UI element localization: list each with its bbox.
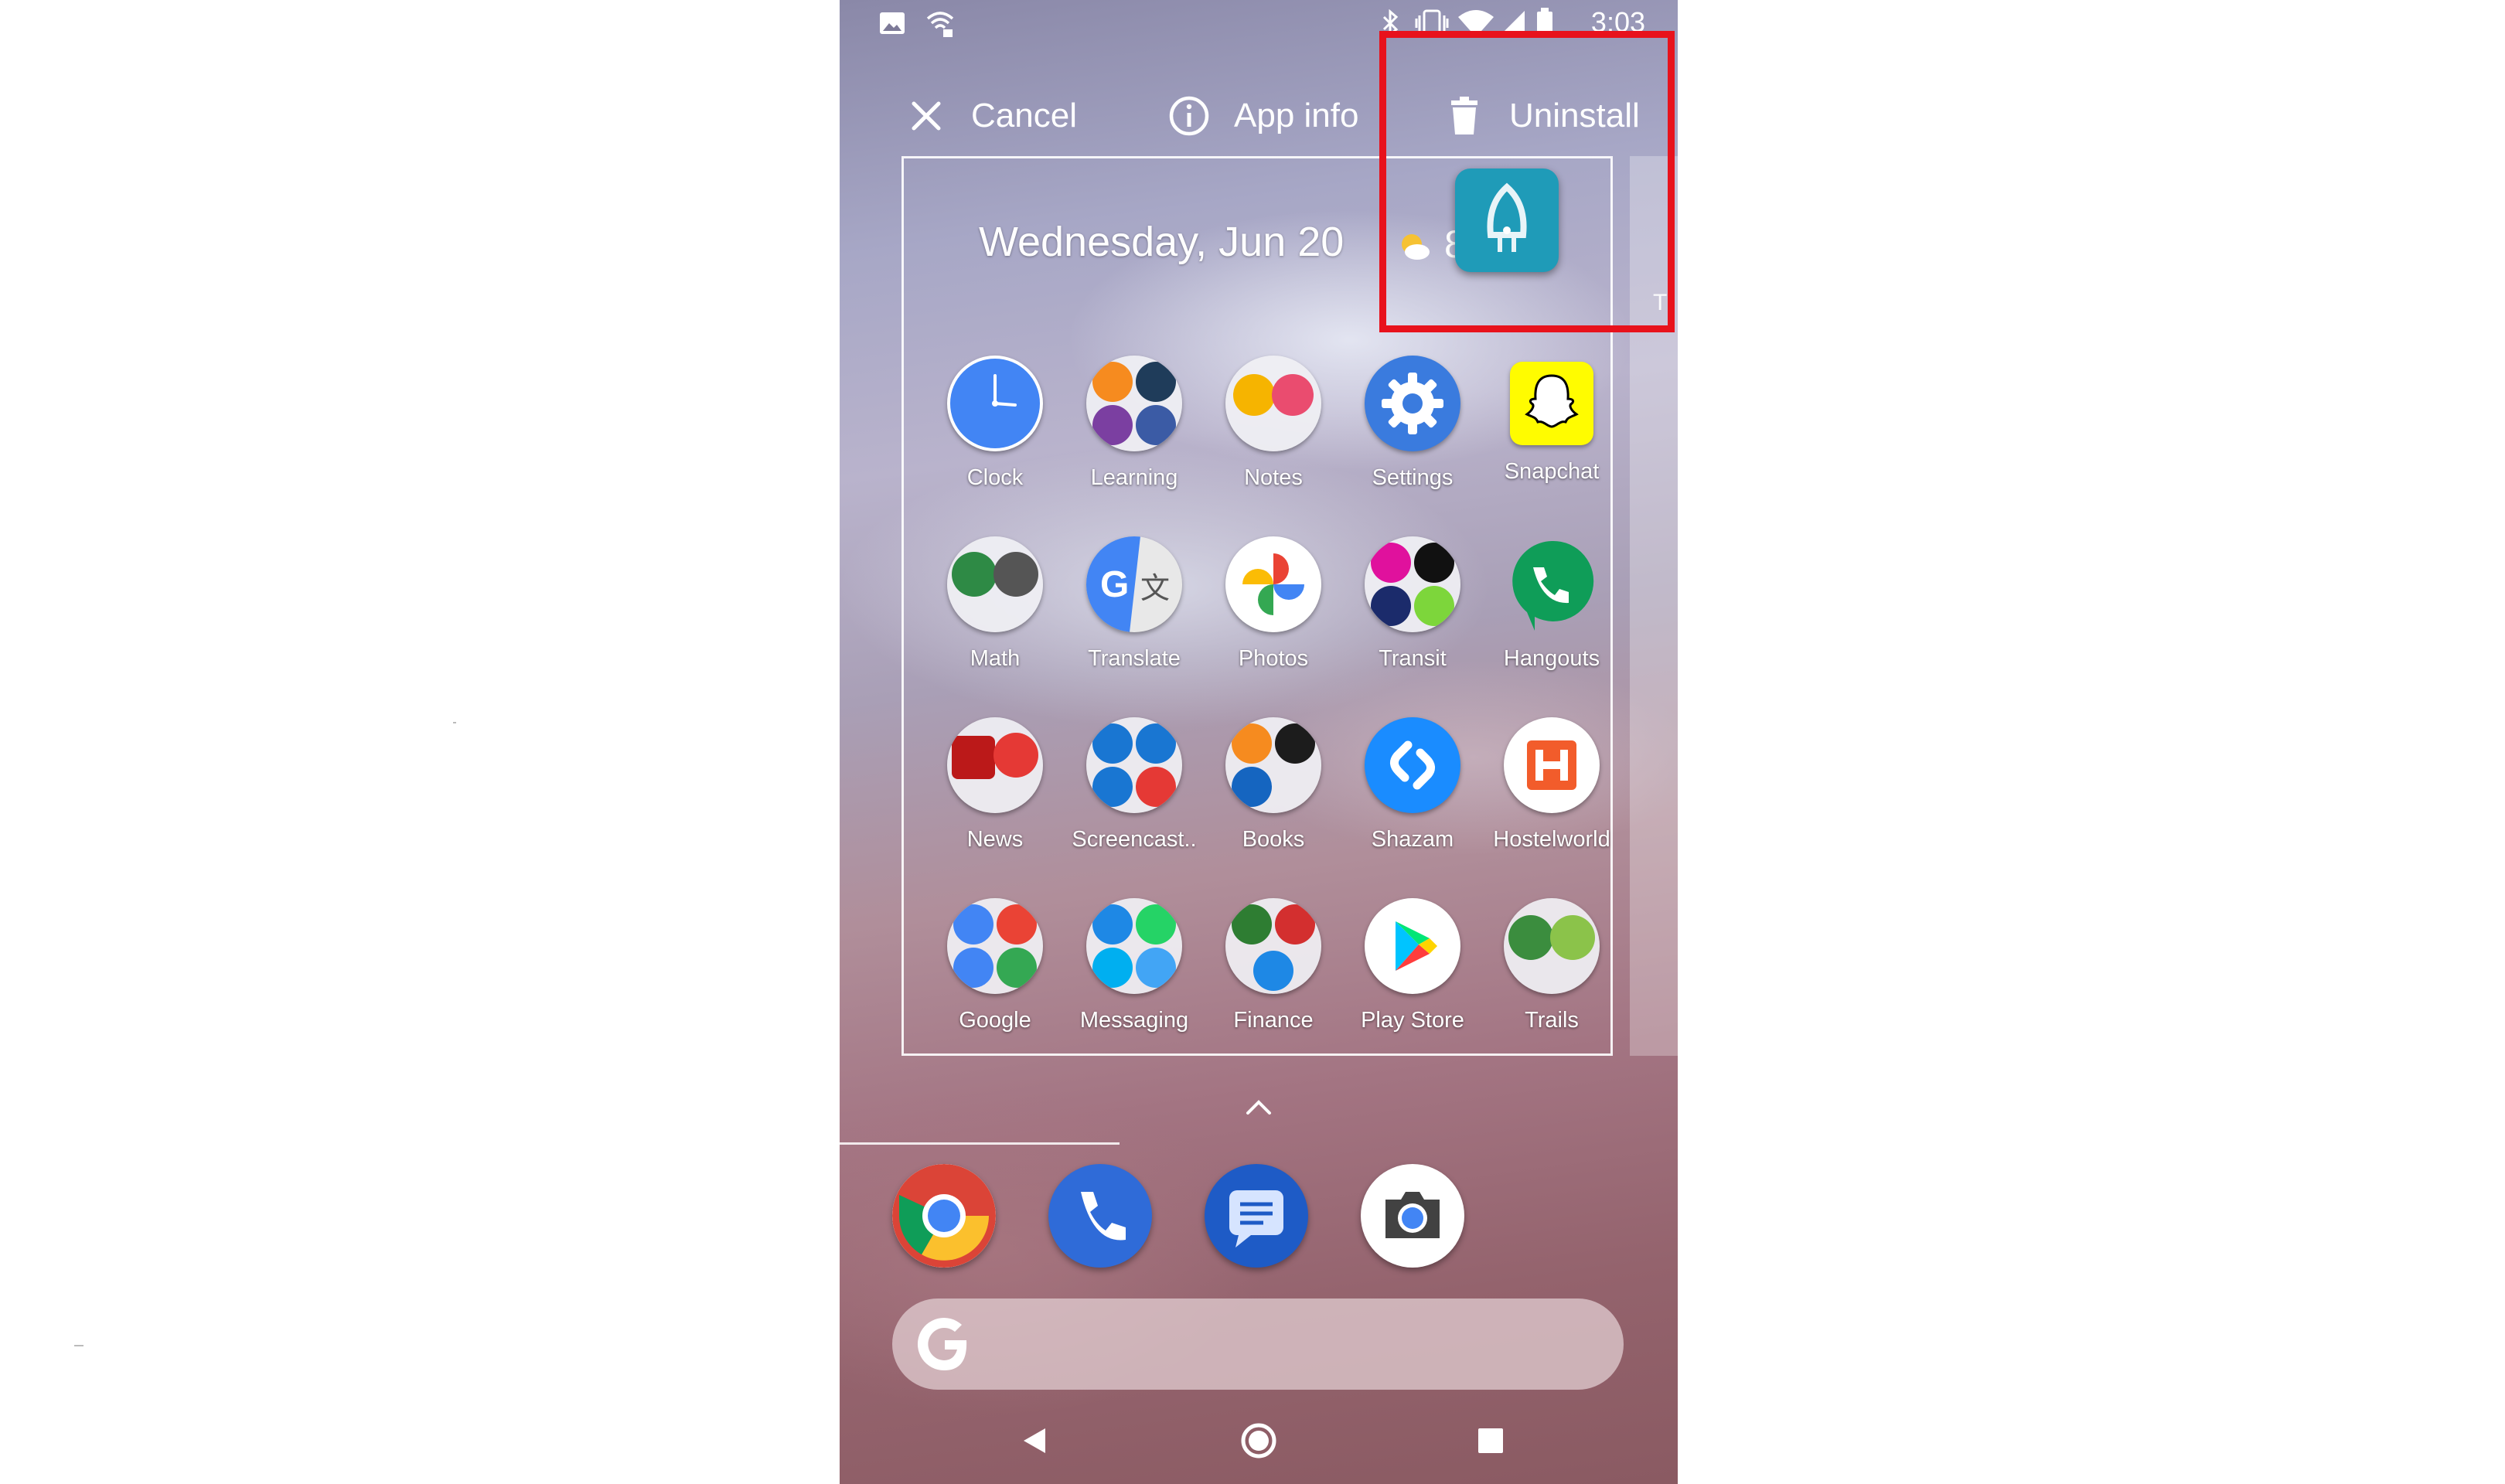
app-clock[interactable]: Clock — [929, 356, 1061, 491]
cancel-drop-target[interactable]: Cancel — [905, 85, 1077, 147]
app-snapchat[interactable]: Snapchat — [1486, 356, 1617, 485]
app-label: Play Store — [1361, 1008, 1464, 1033]
uninstall-highlight-box — [1379, 31, 1675, 332]
settings-gear-icon — [1365, 356, 1460, 451]
folder-icon — [1225, 356, 1321, 451]
folder-icon — [1086, 717, 1182, 813]
chrome-icon[interactable] — [892, 1164, 996, 1268]
close-icon — [912, 101, 941, 131]
app-hangouts[interactable]: Hangouts — [1486, 536, 1617, 672]
app-label: Translate — [1088, 646, 1181, 671]
app-label: Learning — [1090, 465, 1178, 490]
app-folder-trails[interactable]: Trails — [1486, 898, 1617, 1033]
app-info-label: App info — [1234, 97, 1359, 134]
folder-icon — [1225, 717, 1321, 813]
google-search-bar[interactable] — [892, 1298, 1624, 1390]
app-label: Hangouts — [1503, 646, 1600, 671]
stray-mark — [453, 722, 456, 723]
app-folder-screencast[interactable]: Screencast.. — [1068, 717, 1200, 853]
play-store-icon — [1365, 898, 1460, 994]
app-label: Photos — [1238, 646, 1309, 671]
folder-icon — [947, 898, 1043, 994]
app-label: News — [966, 827, 1024, 852]
app-shazam[interactable]: Shazam — [1347, 717, 1478, 853]
folder-icon — [1504, 898, 1600, 994]
app-hostelworld[interactable]: Hostelworld — [1486, 717, 1617, 853]
info-icon — [1169, 96, 1209, 136]
app-label: Math — [970, 646, 1021, 671]
shazam-icon — [1365, 717, 1460, 813]
folder-icon — [1086, 898, 1182, 994]
app-label: Settings — [1372, 465, 1454, 490]
clock-icon — [947, 356, 1043, 451]
phone-icon[interactable] — [1048, 1164, 1152, 1268]
page-indicator — [840, 1142, 1120, 1145]
back-button[interactable] — [1011, 1418, 1058, 1464]
app-label: Notes — [1244, 465, 1303, 490]
cancel-label: Cancel — [971, 97, 1077, 134]
snapchat-ghost-icon — [1510, 362, 1593, 445]
app-label: Trails — [1525, 1008, 1579, 1033]
app-label: Google — [959, 1008, 1031, 1033]
app-label: Hostelworld — [1493, 827, 1610, 852]
app-photos[interactable]: Photos — [1208, 536, 1339, 672]
translate-icon: G 文 — [1086, 536, 1182, 632]
folder-icon — [947, 536, 1043, 632]
app-folder-learning[interactable]: Learning — [1068, 356, 1200, 491]
photos-pinwheel-icon — [1225, 536, 1321, 632]
app-info-drop-target[interactable]: App info — [1167, 85, 1358, 147]
chevron-up-icon[interactable] — [1242, 1094, 1276, 1118]
hostelworld-icon — [1504, 717, 1600, 813]
home-button[interactable] — [1235, 1418, 1282, 1464]
svg-text:G: G — [1100, 564, 1129, 605]
hangouts-icon — [1504, 536, 1600, 632]
app-label: Finance — [1233, 1008, 1314, 1033]
app-label: Messaging — [1079, 1008, 1189, 1033]
app-settings[interactable]: Settings — [1347, 356, 1478, 491]
app-folder-google[interactable]: Google — [929, 898, 1061, 1033]
app-folder-finance[interactable]: Finance — [1208, 898, 1339, 1033]
app-play-store[interactable]: Play Store — [1347, 898, 1478, 1033]
phone-screen: 3:03 Cancel App info Uninstall T Wednesd… — [840, 0, 1678, 1484]
folder-icon — [1225, 898, 1321, 994]
image-icon — [880, 12, 905, 34]
app-translate[interactable]: G 文 Translate — [1068, 536, 1200, 672]
wifi-sync-icon — [926, 12, 954, 37]
app-label: Screencast.. — [1072, 827, 1197, 852]
app-label: Books — [1242, 827, 1305, 852]
folder-icon — [947, 717, 1043, 813]
app-folder-books[interactable]: Books — [1208, 717, 1339, 853]
svg-text:文: 文 — [1140, 571, 1170, 605]
folder-icon — [1365, 536, 1460, 632]
app-folder-news[interactable]: News — [929, 717, 1061, 853]
app-folder-math[interactable]: Math — [929, 536, 1061, 672]
app-label: Transit — [1379, 646, 1447, 671]
messages-icon[interactable] — [1205, 1164, 1308, 1268]
camera-icon[interactable] — [1361, 1164, 1464, 1268]
app-label: Shazam — [1371, 827, 1454, 852]
google-g-icon — [917, 1318, 967, 1370]
folder-icon — [1086, 356, 1182, 451]
recents-button[interactable] — [1467, 1418, 1514, 1464]
app-folder-transit[interactable]: Transit — [1347, 536, 1478, 672]
stray-mark — [74, 1345, 84, 1346]
app-folder-notes[interactable]: Notes — [1208, 356, 1339, 491]
app-label: Snapchat — [1504, 459, 1600, 484]
app-folder-messaging[interactable]: Messaging — [1068, 898, 1200, 1033]
date-widget[interactable]: Wednesday, Jun 20 — [979, 218, 1344, 266]
app-label: Clock — [966, 465, 1024, 490]
